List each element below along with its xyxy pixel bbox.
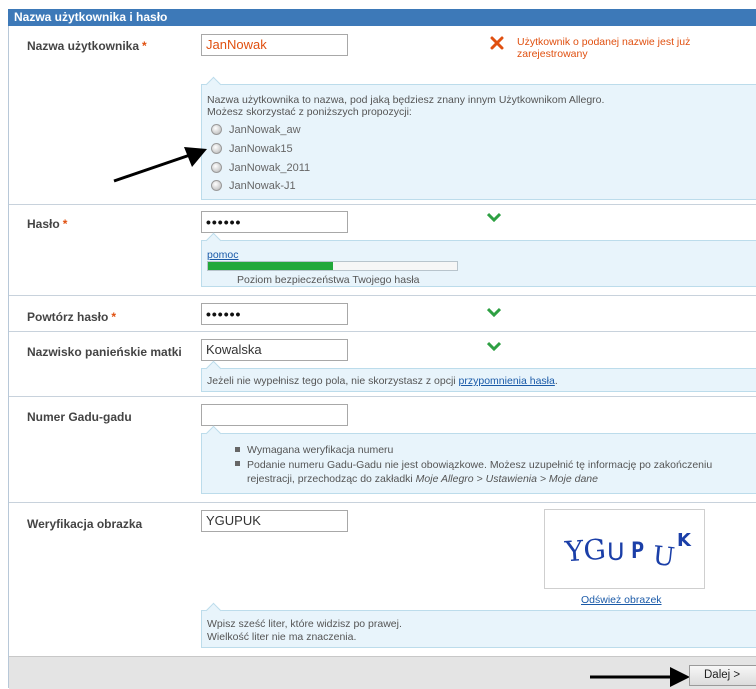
bullet-icon [235, 461, 240, 466]
svg-text:U: U [607, 538, 625, 566]
suggestion-label-2: JanNowak15 [229, 143, 293, 155]
maiden-name-label: Nazwisko panieńskie matki [27, 345, 182, 359]
error-x-icon [490, 36, 504, 50]
password-strength-fill [208, 262, 333, 270]
captcha-image: YG U P U K [544, 509, 705, 589]
row-separator [9, 331, 756, 332]
username-hint-text-2: Możesz skorzystać z poniższych propozycj… [207, 106, 412, 118]
section-title: Nazwa użytkownika i hasło [14, 10, 168, 24]
suggestion-radio-4[interactable] [211, 180, 222, 191]
next-button[interactable]: Dalej > [689, 665, 756, 686]
svg-text:U: U [651, 541, 676, 573]
row-separator [9, 204, 756, 205]
captcha-input[interactable]: YGUPUK [201, 510, 348, 532]
username-hint-text-1: Nazwa użytkownika to nazwa, pod jaką będ… [207, 94, 605, 106]
captcha-hint-box: Wpisz sześć liter, które widzisz po praw… [201, 602, 756, 648]
gadu-hint-box: Wymagana weryfikacja numeru Podanie nume… [201, 425, 756, 494]
svg-text:P: P [631, 539, 644, 564]
arrow-annotation-icon [590, 667, 690, 687]
maiden-name-input[interactable]: Kowalska [201, 339, 348, 361]
gadu-input[interactable] [201, 404, 348, 426]
maiden-name-ok-check-icon [487, 341, 501, 351]
captcha-hint-text-2: Wielkość liter nie ma znaczenia. [207, 631, 357, 643]
password-strength-bar [207, 261, 458, 271]
row-separator [9, 396, 756, 397]
gadu-bullet-2: Podanie numeru Gadu-Gadu nie jest obowią… [247, 459, 713, 485]
repeat-password-input[interactable]: •••••• [201, 303, 348, 325]
row-separator [9, 502, 756, 503]
repeat-password-ok-check-icon [487, 307, 501, 317]
username-error: Użytkownik o podanej nazwie jest już zar… [517, 36, 691, 60]
suggestion-label-4: JanNowak-J1 [229, 180, 296, 192]
username-label: Nazwa użytkownika * [27, 39, 147, 53]
captcha-label: Weryfikacja obrazka [27, 517, 143, 531]
password-reminder-link[interactable]: przypomnienia hasła [459, 375, 555, 387]
suggestion-label-3: JanNowak_2011 [229, 162, 311, 174]
section-header: Nazwa użytkownika i hasło [8, 9, 756, 26]
arrow-annotation-icon [113, 147, 207, 183]
maiden-name-hint-text: Jeżeli nie wypełnisz tego pola, nie skor… [207, 375, 459, 387]
username-input[interactable]: JanNowak [201, 34, 348, 56]
suggestion-radio-2[interactable] [211, 143, 222, 154]
password-ok-check-icon [487, 212, 501, 222]
refresh-captcha-link[interactable]: Odśwież obrazek [581, 594, 662, 606]
captcha-image-text: YG U P U K [563, 530, 692, 573]
password-strength-label: Poziom bezpieczeństwa Twojego hasła [237, 274, 420, 286]
password-help-link[interactable]: pomoc [207, 249, 239, 261]
password-hint-box: pomoc Poziom bezpieczeństwa Twojego hasł… [201, 232, 756, 287]
suggestion-label-1: JanNowak_aw [229, 124, 301, 136]
suggestion-radio-3[interactable] [211, 162, 222, 173]
row-separator [9, 295, 756, 296]
svg-text:YG: YG [563, 533, 607, 569]
gadu-bullet-1: Wymagana weryfikacja numeru [247, 444, 394, 456]
suggestion-radio-1[interactable] [211, 124, 222, 135]
repeat-password-label: Powtórz hasło * [27, 310, 117, 324]
maiden-name-hint-box: Jeżeli nie wypełnisz tego pola, nie skor… [201, 360, 756, 392]
captcha-hint-text-1: Wpisz sześć liter, które widzisz po praw… [207, 618, 402, 630]
svg-text:K: K [677, 530, 692, 551]
password-input[interactable]: •••••• [201, 211, 348, 233]
password-label: Hasło * [27, 217, 68, 231]
gadu-label: Numer Gadu-gadu [27, 410, 132, 424]
bullet-icon [235, 447, 240, 452]
